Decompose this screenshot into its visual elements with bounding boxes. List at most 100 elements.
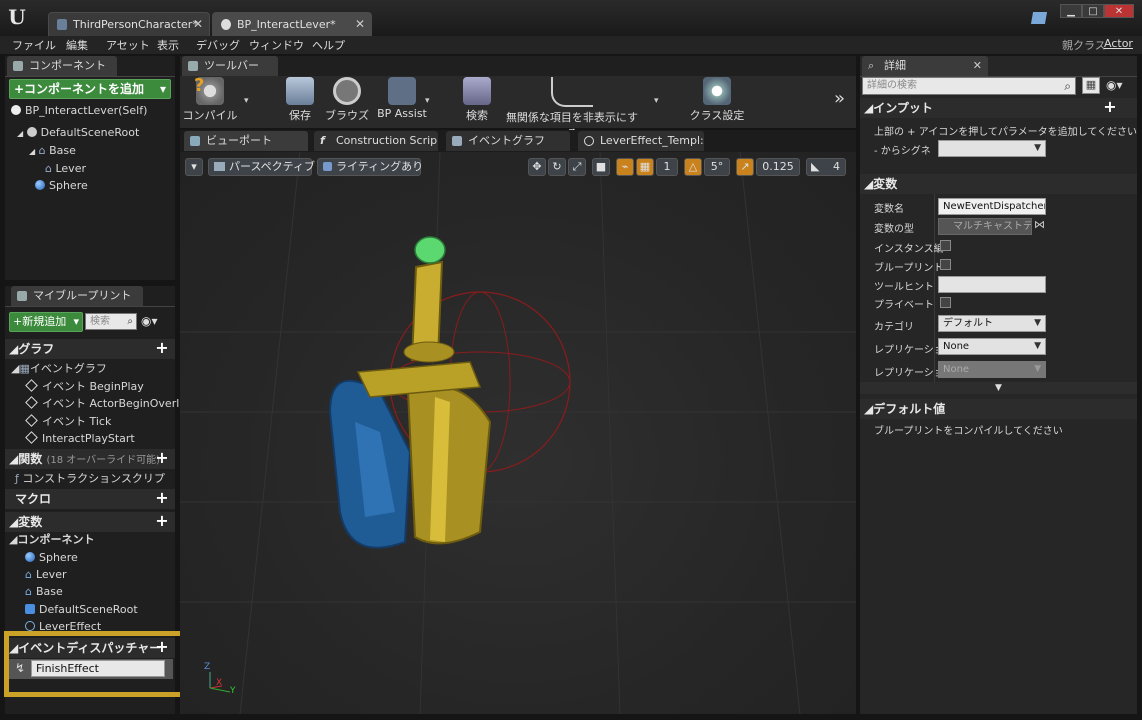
angle-snap-toggle[interactable]: △ xyxy=(684,158,702,176)
eye-icon[interactable]: ◉▾ xyxy=(141,314,158,328)
details-search-input[interactable]: 詳細の検索 ⌕ xyxy=(862,77,1076,95)
add-new-button[interactable]: +新規追加 ▾ xyxy=(9,312,83,332)
inputs-section-header[interactable]: ◢インプット + xyxy=(860,98,1137,118)
save-button[interactable]: 保存 xyxy=(280,73,320,125)
menu-edit[interactable]: 編集 xyxy=(66,37,88,53)
macros-section-header[interactable]: マクロ + xyxy=(5,489,175,509)
search-button[interactable]: 検索 xyxy=(456,73,498,125)
blueprint-search-input[interactable]: 検索 ⌕ xyxy=(85,313,137,330)
lighting-icon xyxy=(323,162,332,171)
lighting-button[interactable]: ライティングあり xyxy=(317,158,423,176)
self-item[interactable]: BP_InteractLever(Self) xyxy=(11,102,147,119)
tree-item-lever[interactable]: ⌂ Lever xyxy=(45,160,86,177)
menu-debug[interactable]: デバッグ xyxy=(196,37,240,53)
instance-editable-checkbox[interactable] xyxy=(940,240,951,251)
property-matrix-icon[interactable]: ▦ xyxy=(1082,77,1100,94)
add-parameter-icon[interactable]: + xyxy=(1103,99,1117,115)
compile-button[interactable]: ? コンパイル xyxy=(182,73,238,125)
source-control-icon[interactable] xyxy=(1030,12,1048,24)
translate-tool-button[interactable]: ✥ xyxy=(528,158,546,176)
event-item[interactable]: InteractPlayStart xyxy=(25,430,135,447)
class-settings-button[interactable]: クラス設定 xyxy=(688,73,746,125)
tree-item-sphere[interactable]: Sphere xyxy=(35,177,88,194)
copy-signature-dropdown[interactable]: ▼ xyxy=(938,140,1046,157)
view-options-eye-icon[interactable]: ◉▾ xyxy=(1106,78,1123,92)
add-component-button[interactable]: +コンポーネントを追加 ▾ xyxy=(9,79,171,99)
tab-third-person-character[interactable]: ThirdPersonCharacter* ✕ xyxy=(48,12,210,36)
tab-components[interactable]: コンポーネント xyxy=(7,56,117,76)
angle-snap-value[interactable]: 5° xyxy=(704,158,730,176)
minimize-button[interactable]: ▁ xyxy=(1060,4,1082,18)
construction-script-item[interactable]: ƒ コンストラクションスクリプ xyxy=(15,470,165,487)
replication-condition-dropdown[interactable]: None ▼ xyxy=(938,361,1046,378)
add-variable-icon[interactable]: + xyxy=(155,513,169,529)
component-var-item[interactable]: DefaultSceneRoot xyxy=(25,601,138,618)
bp-assist-button[interactable]: BP Assist xyxy=(374,73,430,125)
tab-details[interactable]: ⌕ 詳細 ✕ xyxy=(862,56,988,76)
tree-item-default-scene-root[interactable]: ◢ DefaultSceneRoot xyxy=(17,124,139,141)
toolbar-overflow-icon[interactable]: » xyxy=(834,88,845,109)
rotate-tool-button[interactable]: ↻ xyxy=(548,158,566,176)
bp-assist-chevron-icon[interactable]: ▾ xyxy=(425,96,430,106)
graphs-section-header[interactable]: ◢グラフ + xyxy=(5,339,175,359)
component-var-item[interactable]: Sphere xyxy=(25,549,78,566)
parent-class-link[interactable]: Actor xyxy=(1104,37,1133,50)
component-var-item[interactable]: ⌂ Base xyxy=(25,583,63,600)
maximize-button[interactable]: □ xyxy=(1082,4,1104,18)
add-function-icon[interactable]: + xyxy=(155,450,169,466)
browse-button[interactable]: ブラウズ xyxy=(324,73,370,125)
expand-advanced-icon[interactable]: ▼ xyxy=(860,382,1137,394)
event-item[interactable]: イベント BeginPlay xyxy=(25,378,144,395)
perspective-button[interactable]: パースペクティブ xyxy=(208,158,315,176)
grid-size-button[interactable]: 1 xyxy=(656,158,678,176)
event-item[interactable]: イベント Tick xyxy=(25,413,111,430)
menu-window[interactable]: ウィンドウ xyxy=(249,37,304,53)
tab-my-blueprint[interactable]: マイブループリント xyxy=(11,286,143,306)
menu-view[interactable]: 表示 xyxy=(157,37,179,53)
camera-speed-button[interactable]: ◣ 4 xyxy=(806,158,846,176)
close-tab-icon[interactable]: ✕ xyxy=(193,17,203,31)
default-value-section-header[interactable]: ◢デフォルト値 xyxy=(860,399,1137,419)
variable-name-input[interactable]: NewEventDispatcher_0 xyxy=(938,198,1046,215)
hide-unrelated-button[interactable]: 無関係な項目を非表示にする xyxy=(502,73,642,140)
components-category[interactable]: ◢コンポーネント xyxy=(9,531,94,548)
tab-construction-script[interactable]: f Construction Scrip xyxy=(314,131,438,151)
compile-options-chevron-icon[interactable]: ▾ xyxy=(244,96,249,106)
tab-label: ツールバー xyxy=(204,59,259,72)
tab-viewport[interactable]: ビューポート xyxy=(184,131,308,151)
tree-item-base[interactable]: ◢ ⌂ Base xyxy=(29,142,76,159)
close-tab-icon[interactable]: ✕ xyxy=(973,56,982,76)
menu-help[interactable]: ヘルプ xyxy=(312,37,345,53)
close-tab-icon[interactable]: ✕ xyxy=(355,17,365,31)
tab-lever-effect-template[interactable]: LeverEffect_Templ: xyxy=(578,131,704,151)
variable-type-dropdown[interactable]: マルチキャストデ xyxy=(938,218,1032,235)
event-graph-item[interactable]: ◢▦イベントグラフ xyxy=(11,360,107,377)
container-type-icon[interactable]: ⋈ xyxy=(1034,218,1045,231)
add-macro-icon[interactable]: + xyxy=(155,490,169,506)
blueprint-readonly-checkbox[interactable] xyxy=(940,259,951,270)
grid-snap-button[interactable]: ▦ xyxy=(636,158,654,176)
add-graph-icon[interactable]: + xyxy=(155,340,169,356)
menu-asset[interactable]: アセット xyxy=(106,37,150,53)
private-checkbox[interactable] xyxy=(940,297,951,308)
event-item[interactable]: イベント ActorBeginOverl xyxy=(25,395,179,412)
surface-snap-button[interactable]: ⌁ xyxy=(616,158,634,176)
tab-bp-interact-lever[interactable]: BP_InteractLever* ✕ xyxy=(212,12,372,36)
scale-snap-toggle[interactable]: ↗ xyxy=(736,158,754,176)
hide-unrelated-chevron-icon[interactable]: ▾ xyxy=(654,96,659,106)
tab-event-graph[interactable]: イベントグラフ xyxy=(446,131,570,151)
replication-dropdown[interactable]: None ▼ xyxy=(938,338,1046,355)
category-dropdown[interactable]: デフォルト ▼ xyxy=(938,315,1046,332)
menu-file[interactable]: ファイル xyxy=(12,37,56,53)
functions-section-header[interactable]: ◢関数 (18 オーバーライド可能) + xyxy=(5,449,175,469)
viewport[interactable]: Z X Y ▾ パースペクティブ ライティングあり ✥ ↻ ⤢ ■ ⌁ ▦ 1 … xyxy=(180,152,856,714)
variable-section-header[interactable]: ◢変数 xyxy=(860,174,1137,194)
viewport-options-button[interactable]: ▾ xyxy=(185,158,203,176)
world-local-button[interactable]: ■ xyxy=(592,158,610,176)
scale-snap-value[interactable]: 0.125 xyxy=(756,158,800,176)
close-window-button[interactable]: ✕ xyxy=(1104,4,1134,18)
scale-tool-button[interactable]: ⤢ xyxy=(568,158,586,176)
component-var-item[interactable]: ⌂ Lever xyxy=(25,566,67,583)
tooltip-input[interactable] xyxy=(938,276,1046,293)
variables-section-header[interactable]: ◢変数 + xyxy=(5,512,175,532)
